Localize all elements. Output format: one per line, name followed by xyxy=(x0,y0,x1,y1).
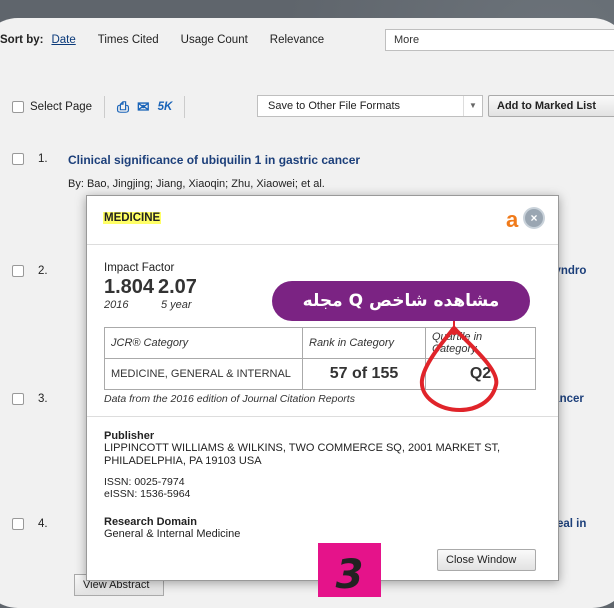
select-page-label: Select Page xyxy=(30,101,93,113)
save-format-select[interactable]: Save to Other File Formats ▼ xyxy=(257,95,483,117)
email-icon[interactable]: ✉ xyxy=(137,98,150,116)
divider xyxy=(184,96,186,118)
result-number: 2. xyxy=(38,265,48,277)
impact-factor-5year-label: 5 year xyxy=(161,299,192,311)
sort-usage-count[interactable]: Usage Count xyxy=(181,34,248,46)
callout-dot xyxy=(450,327,458,335)
eissn: eISSN: 1536-5964 xyxy=(104,488,191,500)
close-window-button[interactable]: Close Window xyxy=(437,549,536,571)
sort-times-cited[interactable]: Times Cited xyxy=(98,34,159,46)
publisher-label: Publisher xyxy=(104,430,155,442)
sort-bar: Sort by: Date Times Cited Usage Count Re… xyxy=(0,34,346,46)
more-select[interactable]: More xyxy=(385,29,614,51)
impact-factor-year: 2016 xyxy=(104,299,129,311)
result-checkbox[interactable] xyxy=(12,265,24,277)
result-title[interactable]: Clinical significance of ubiquilin 1 in … xyxy=(68,153,360,167)
close-icon[interactable]: × xyxy=(525,209,543,227)
result-row-2: 2. xyxy=(12,265,68,277)
research-domain: General & Internal Medicine xyxy=(104,528,241,540)
rank-cell: 57 of 155 xyxy=(302,358,426,390)
result-number: 4. xyxy=(38,518,48,530)
impact-factor-2016: 1.804 xyxy=(104,276,155,298)
step-number-badge: 3 xyxy=(318,543,381,598)
publisher-text: LIPPINCOTT WILLIAMS & WILKINS, TWO COMME… xyxy=(104,442,501,467)
result-row-3: 3. xyxy=(12,393,68,405)
journal-info-popup: MEDICINE a × Impact Factor 1.804 2.07 20… xyxy=(86,195,559,581)
jcr-category-header: JCR® Category xyxy=(104,327,303,359)
sort-relevance[interactable]: Relevance xyxy=(270,34,324,46)
result-checkbox[interactable] xyxy=(12,393,24,405)
result-checkbox[interactable] xyxy=(12,518,24,530)
open-access-icon: a xyxy=(506,207,519,232)
impact-factor-label: Impact Factor xyxy=(104,262,175,274)
result-number: 3. xyxy=(38,393,48,405)
journal-name: MEDICINE xyxy=(103,212,162,224)
table-row: MEDICINE, GENERAL & INTERNAL 57 of 155 Q… xyxy=(104,358,536,390)
jcr-source-note: Data from the 2016 edition of Journal Ci… xyxy=(104,393,355,405)
print-icon[interactable]: ⎙ xyxy=(117,99,129,116)
save-format-value: Save to Other File Formats xyxy=(268,100,401,112)
export-5k-link[interactable]: 5K xyxy=(158,101,173,113)
more-select-value: More xyxy=(394,34,420,46)
result-checkbox[interactable] xyxy=(12,153,24,165)
chevron-down-icon: ▼ xyxy=(463,96,482,116)
impact-factor-5year: 2.07 xyxy=(158,276,197,298)
result-number: 1. xyxy=(38,153,48,165)
result-row-1: 1. xyxy=(12,153,68,165)
sort-label: Sort by: xyxy=(0,34,44,46)
quartile-cell: Q2 xyxy=(425,358,536,390)
popup-header: MEDICINE a × xyxy=(87,196,558,245)
jcr-category-cell: MEDICINE, GENERAL & INTERNAL xyxy=(104,358,303,390)
research-domain-label: Research Domain xyxy=(104,516,197,528)
issn: ISSN: 0025-7974 xyxy=(104,476,185,488)
rank-header: Rank in Category xyxy=(302,327,426,359)
select-page-checkbox[interactable] xyxy=(12,101,24,113)
divider xyxy=(104,96,106,118)
quartile-header: Quartile in Category xyxy=(425,327,536,359)
q-index-callout: مشاهده شاخص Q مجله xyxy=(272,281,530,321)
results-toolbar: Select Page ⎙ ✉ 5K xyxy=(12,96,197,118)
result-row-4: 4. xyxy=(12,518,68,530)
jcr-table: JCR® Category Rank in Category Quartile … xyxy=(104,327,536,390)
result-authors: By: Bao, Jingjing; Jiang, Xiaoqin; Zhu, … xyxy=(68,178,325,190)
sort-date[interactable]: Date xyxy=(51,34,75,46)
jcr-table-header: JCR® Category Rank in Category Quartile … xyxy=(104,327,536,359)
divider xyxy=(87,416,558,417)
add-to-marked-list-button[interactable]: Add to Marked List xyxy=(488,95,614,117)
